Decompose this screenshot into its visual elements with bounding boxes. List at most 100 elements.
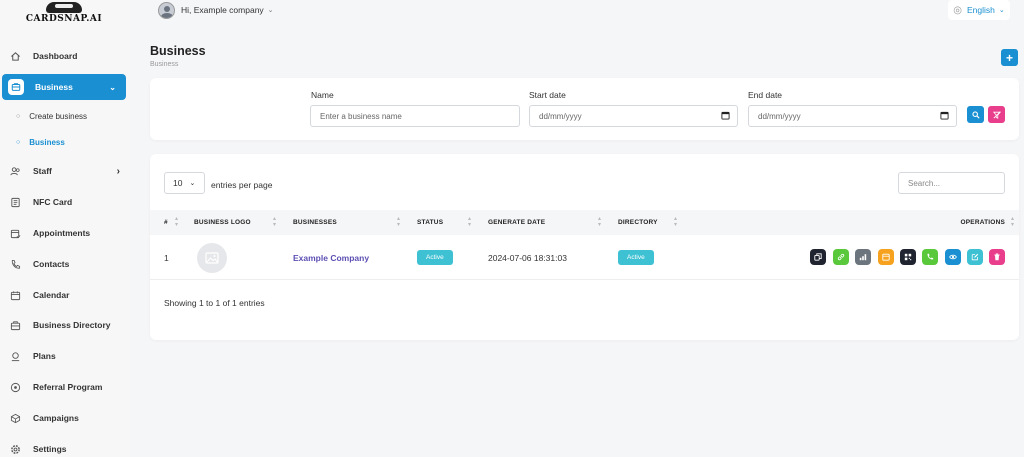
- sidebar-item-label: Business Directory: [33, 320, 111, 330]
- sidebar-subitem-business[interactable]: ○ Business: [0, 132, 130, 152]
- breadcrumb[interactable]: Business: [150, 61, 178, 68]
- directory-cell: Active: [618, 235, 654, 280]
- qr-code-icon: [904, 253, 912, 261]
- brand-logo[interactable]: CARDSNAP.AI: [22, 2, 106, 24]
- edit-button[interactable]: [967, 249, 983, 265]
- table-header: # ▴ ▾ BUSINESS LOGO ▴ ▾ BUSINESSES ▴ ▾ STAT…: [150, 210, 1019, 235]
- sidebar-item-referral-program[interactable]: Referral Program: [0, 374, 130, 400]
- avatar: [158, 1, 175, 19]
- column-header-directory[interactable]: DIRECTORY: [618, 210, 658, 235]
- add-business-button[interactable]: +: [1001, 49, 1018, 66]
- calendar-icon[interactable]: [940, 111, 949, 122]
- plus-icon: +: [1005, 50, 1013, 65]
- sidebar: CARDSNAP.AI Dashboard Business ⌄ ○ Creat…: [0, 0, 130, 457]
- sort-icon[interactable]: ▴ ▾: [468, 216, 471, 228]
- name-filter-label: Name: [311, 90, 334, 100]
- table-row: 1 Example Company Active 2024-07-06 18:3…: [150, 235, 1019, 280]
- briefcase-icon: [8, 79, 24, 95]
- column-header-number[interactable]: #: [164, 210, 168, 235]
- language-selector[interactable]: ◎ English ⌄: [948, 0, 1010, 20]
- directory-status-badge: Active: [618, 250, 654, 265]
- sidebar-item-plans[interactable]: Plans: [0, 343, 130, 369]
- language-label: English: [966, 5, 995, 15]
- calendar-icon[interactable]: [721, 111, 730, 122]
- start-date-value: dd/mm/yyyy: [539, 111, 582, 121]
- chart-icon: [859, 254, 867, 261]
- sidebar-item-business[interactable]: Business ⌄: [2, 74, 126, 100]
- sort-icon[interactable]: ▴ ▾: [397, 216, 400, 228]
- entries-per-page-label: entries per page: [211, 180, 273, 190]
- sidebar-item-staff[interactable]: Staff ›: [0, 158, 130, 184]
- start-date-input[interactable]: dd/mm/yyyy: [529, 105, 738, 127]
- campaign-icon: [8, 411, 22, 425]
- table-search-placeholder: Search...: [908, 178, 941, 188]
- column-header-status[interactable]: STATUS: [417, 210, 443, 235]
- business-name-cell[interactable]: Example Company: [293, 235, 369, 280]
- referral-icon: [8, 380, 22, 394]
- user-greeting: Hi, Example company: [181, 5, 264, 15]
- business-name-link[interactable]: Example Company: [293, 253, 369, 263]
- link-button[interactable]: [833, 249, 849, 265]
- sidebar-item-business-directory[interactable]: Business Directory: [0, 312, 130, 338]
- sort-icon[interactable]: ▴ ▾: [1011, 216, 1014, 228]
- sidebar-item-label: Referral Program: [33, 382, 103, 392]
- phone-icon: [927, 253, 934, 260]
- chevron-down-icon: ⌄: [109, 82, 116, 92]
- page-title: Business: [150, 44, 206, 58]
- column-header-business-logo[interactable]: BUSINESS LOGO: [194, 210, 251, 235]
- sidebar-item-campaigns[interactable]: Campaigns: [0, 405, 130, 431]
- search-icon: [971, 110, 980, 119]
- sidebar-item-calendar[interactable]: Calendar: [0, 282, 130, 308]
- chevron-down-icon: ⌄: [267, 7, 274, 14]
- sort-icon[interactable]: ▴ ▾: [674, 216, 677, 228]
- directory-icon: [8, 318, 22, 332]
- sidebar-item-label: Plans: [33, 351, 56, 361]
- sidebar-item-settings[interactable]: Settings: [0, 436, 130, 457]
- sidebar-item-label: Contacts: [33, 259, 70, 269]
- car-logo-icon: [46, 2, 82, 13]
- users-icon: [8, 164, 22, 178]
- clear-filter-button[interactable]: [988, 106, 1005, 123]
- business-logo-cell: [197, 235, 227, 280]
- brand-name: CARDSNAP.AI: [25, 14, 103, 24]
- table-search-input[interactable]: Search...: [898, 172, 1005, 194]
- calendar-button[interactable]: [878, 249, 894, 265]
- end-date-input[interactable]: dd/mm/yyyy: [748, 105, 957, 127]
- sidebar-item-contacts[interactable]: Contacts: [0, 251, 130, 277]
- qr-code-button[interactable]: [900, 249, 916, 265]
- search-button[interactable]: [967, 106, 984, 123]
- sidebar-item-nfc-card[interactable]: NFC Card: [0, 189, 130, 215]
- row-number: 1: [164, 252, 169, 263]
- sort-icon[interactable]: ▴ ▾: [175, 216, 178, 228]
- card-icon: [8, 195, 22, 209]
- sort-icon[interactable]: ▴ ▾: [598, 216, 601, 228]
- status-cell: Active: [417, 235, 453, 280]
- sidebar-item-label: Calendar: [33, 290, 70, 300]
- gear-icon: [8, 442, 22, 456]
- view-button[interactable]: [945, 249, 961, 265]
- delete-button[interactable]: [989, 249, 1005, 265]
- chevron-down-icon: ⌄: [998, 7, 1005, 14]
- entries-per-page-select[interactable]: 10 ⌄: [164, 172, 205, 194]
- circle-icon: ○: [16, 138, 21, 146]
- copy-button[interactable]: [810, 249, 826, 265]
- globe-icon: ◎: [953, 4, 962, 16]
- chevron-down-icon: ⌄: [189, 180, 196, 187]
- status-badge: Active: [417, 250, 453, 265]
- call-button[interactable]: [922, 249, 938, 265]
- sort-icon[interactable]: ▴ ▾: [273, 216, 276, 228]
- start-date-label: Start date: [529, 90, 566, 100]
- calendar-check-icon: [8, 226, 22, 240]
- sidebar-item-appointments[interactable]: Appointments: [0, 220, 130, 246]
- sidebar-subitem-create-business[interactable]: ○ Create business: [0, 106, 130, 126]
- sidebar-item-label: Staff: [33, 166, 52, 176]
- column-header-generate-date[interactable]: GENERATE DATE: [488, 210, 545, 235]
- column-header-businesses[interactable]: BUSINESSES: [293, 210, 337, 235]
- user-menu[interactable]: Hi, Example company ⌄: [158, 0, 274, 20]
- analytics-button[interactable]: [855, 249, 871, 265]
- phone-icon: [8, 257, 22, 271]
- business-name-input[interactable]: Enter a business name: [310, 105, 520, 127]
- column-header-operations[interactable]: OPERATIONS: [961, 210, 1006, 235]
- sidebar-item-dashboard[interactable]: Dashboard: [0, 43, 130, 69]
- trash-icon: [994, 253, 1000, 261]
